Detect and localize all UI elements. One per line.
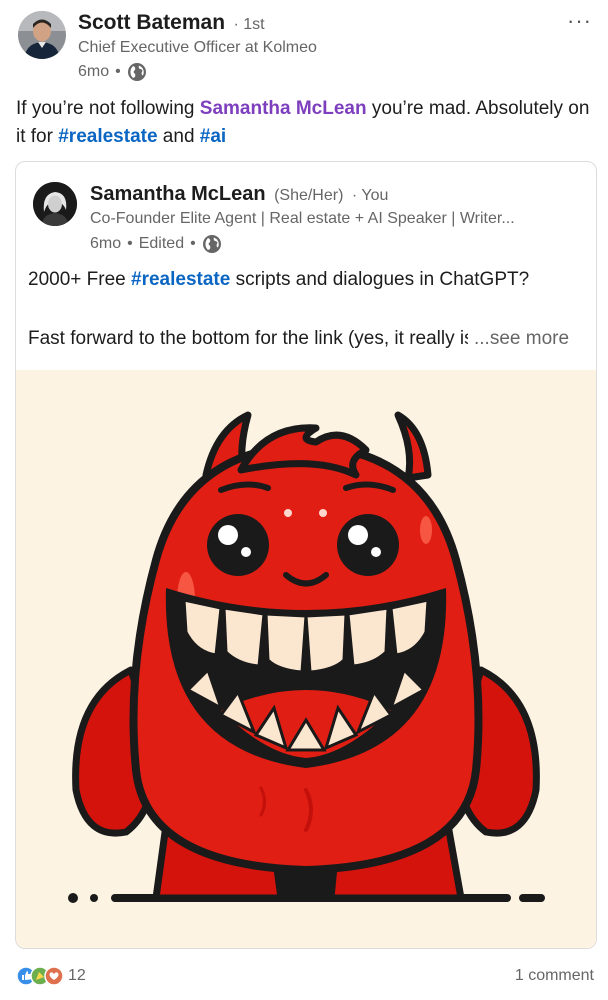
hashtag-ai[interactable]: #ai [200, 126, 226, 147]
post-text-segment: If you’re not following [16, 98, 200, 119]
shared-author-name[interactable]: Samantha McLean [90, 183, 266, 205]
pronouns: (She/Her) [274, 187, 344, 204]
post-time: 6mo [78, 63, 110, 80]
shared-post-text-line2: Fast forward to the bottom for the link … [28, 328, 468, 349]
edited-label: Edited [138, 235, 185, 252]
shared-connection-degree-value: You [361, 187, 389, 204]
reaction-count: 12 [68, 967, 86, 984]
separator-dot: • [127, 235, 133, 252]
connection-degree: · 1st [233, 16, 265, 33]
shared-post-time: 6mo [90, 235, 122, 252]
red-monster-illustration [16, 370, 596, 948]
more-options-button[interactable]: ··· [567, 8, 592, 34]
feed-post: Scott Bateman · 1st Chief Executive Offi… [0, 0, 608, 1000]
love-icon [44, 966, 64, 986]
separator-dot: • [115, 63, 121, 80]
shared-connection-degree: · You [351, 187, 389, 204]
post-meta: 6mo • [78, 62, 147, 82]
shared-author-line: Samantha McLean (She/Her) · You [90, 183, 388, 206]
reactions-summary[interactable]: 12 [16, 966, 86, 986]
post-image[interactable] [16, 370, 596, 948]
shared-text-segment: 2000+ Free [28, 269, 131, 290]
shared-post-meta: 6mo • Edited • [90, 234, 222, 254]
hashtag-realestate[interactable]: #realestate [131, 269, 230, 290]
globe-icon [127, 63, 146, 81]
reaction-icons [16, 966, 64, 986]
hashtag-realestate[interactable]: #realestate [58, 126, 157, 147]
comments-count-link[interactable]: 1 comment [515, 967, 594, 985]
author-headline: Chief Executive Officer at Kolmeo [78, 39, 317, 56]
post-text: If you’re not following Samantha McLean … [16, 95, 592, 151]
author-line: Scott Bateman · 1st [78, 11, 265, 35]
author-name[interactable]: Scott Bateman [78, 11, 225, 34]
connection-degree-value: 1st [243, 16, 265, 33]
shared-post-text-line1: 2000+ Free #realestate scripts and dialo… [28, 269, 529, 291]
see-more-link[interactable]: ...see more [474, 328, 569, 350]
more-horizontal-icon: ··· [567, 8, 592, 33]
shared-author-avatar[interactable] [33, 182, 77, 226]
author-avatar[interactable] [18, 11, 66, 59]
shared-author-headline: Co-Founder Elite Agent | Real estate + A… [90, 210, 515, 227]
shared-post-card[interactable]: Samantha McLean (She/Her) · You Co-Found… [15, 161, 597, 949]
globe-icon [202, 235, 221, 253]
mention-link[interactable]: Samantha McLean [200, 98, 367, 119]
separator-dot: • [190, 235, 196, 252]
post-text-segment: and [157, 126, 200, 147]
shared-text-segment: scripts and dialogues in ChatGPT? [230, 269, 530, 290]
